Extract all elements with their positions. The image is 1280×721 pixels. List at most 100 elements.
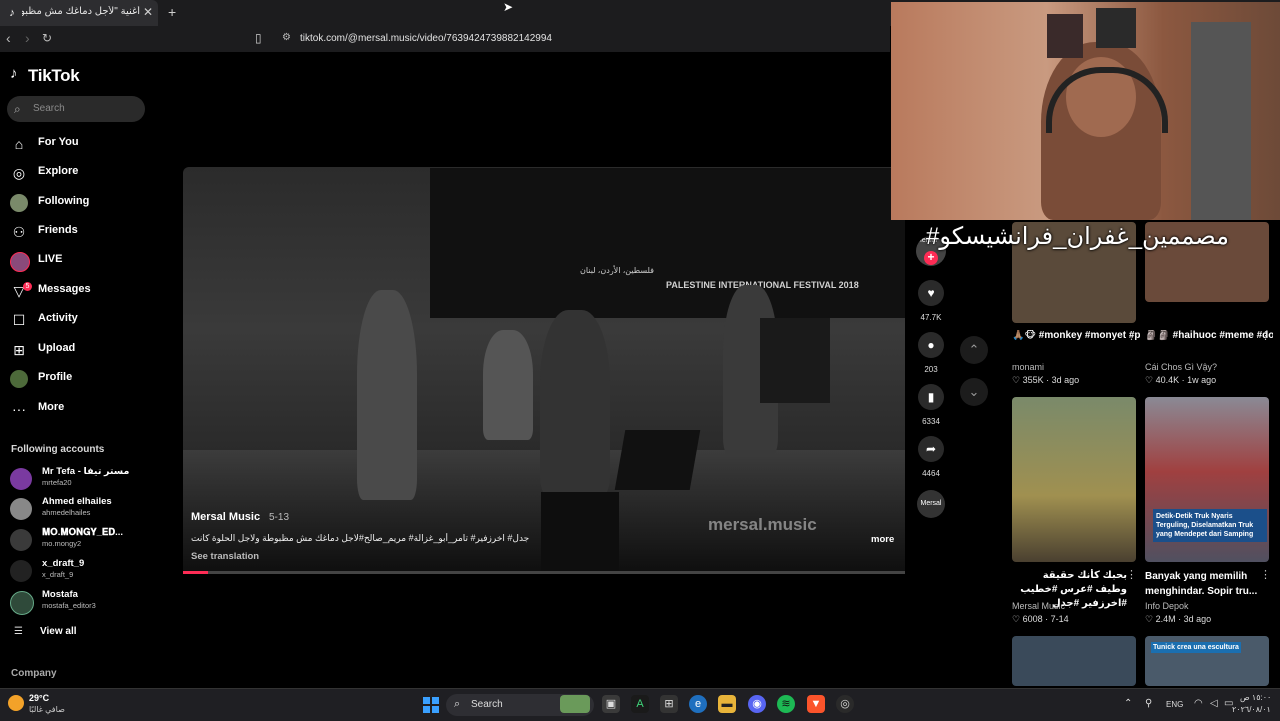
stage-backdrop-screen xyxy=(430,168,905,318)
activity-icon: ☐ xyxy=(12,312,26,328)
like-button[interactable]: ♥ xyxy=(918,280,944,306)
save-button[interactable]: ▮ xyxy=(918,384,944,410)
mouse-cursor-icon: ➤ xyxy=(503,0,514,14)
thumbnail-caption: Tunick crea una escultura xyxy=(1151,642,1241,653)
store-icon[interactable]: ⊞ xyxy=(660,695,678,713)
account-name: 𝐌𝐎.𝐌𝐎𝐍𝐆𝐘_𝐄𝐃... xyxy=(42,527,123,538)
card-title[interactable]: Banyak yang memilih menghindar. Sopir tr… xyxy=(1145,569,1263,599)
card-stats: ♡ 6008 · 7-14 xyxy=(1012,614,1069,624)
more-options-icon[interactable]: ⋮ xyxy=(1260,568,1271,581)
nav-activity[interactable]: ☐ Activity xyxy=(10,309,150,331)
view-all-link[interactable]: View all xyxy=(40,626,77,637)
weather-sun-icon[interactable] xyxy=(8,695,24,711)
follow-plus-icon[interactable]: + xyxy=(924,251,938,265)
following-account[interactable]: 𝐌𝐎.𝐌𝐎𝐍𝐆𝐘_𝐄𝐃... mo.mongy2 xyxy=(10,527,150,553)
nav-label: Following xyxy=(38,195,90,207)
discord-icon[interactable]: ◉ xyxy=(748,695,766,713)
nav-explore[interactable]: ◎ Explore xyxy=(10,162,150,184)
following-account[interactable]: Mostafa mostafa_editor3 xyxy=(10,589,150,615)
forward-icon[interactable]: › xyxy=(25,30,30,46)
nav-friends[interactable]: ⚇ Friends xyxy=(10,221,150,243)
music-disc[interactable]: Mersal xyxy=(917,490,945,518)
nav-following[interactable]: Following xyxy=(10,192,150,214)
input-language[interactable]: ENG xyxy=(1166,700,1183,709)
nav-label: LIVE xyxy=(38,253,63,265)
new-tab-icon[interactable]: + xyxy=(168,4,176,20)
account-name: Mostafa xyxy=(42,589,78,600)
save-count: 6334 xyxy=(922,417,940,426)
wifi-icon[interactable]: ◠ xyxy=(1194,698,1203,709)
nav-label: Upload xyxy=(38,342,76,354)
nav-label: Explore xyxy=(38,165,79,177)
video-thumbnail[interactable]: Detik-Detik Truk Nyaris Terguling, Disel… xyxy=(1145,397,1269,562)
video-progress-fill xyxy=(183,571,208,574)
video-thumbnail[interactable] xyxy=(1012,636,1136,686)
list-icon: ☰ xyxy=(14,626,23,637)
webcam-overlay xyxy=(891,2,1280,220)
comment-count: 203 xyxy=(924,365,938,374)
card-title[interactable]: 🗿🗿 #haihuoc #meme #douyin #viral xyxy=(1145,330,1273,341)
address-bar[interactable]: tiktok.com/@mersal.music/video/763942473… xyxy=(300,33,552,44)
windows-start-icon[interactable] xyxy=(423,697,439,713)
comment-button[interactable]: ● xyxy=(918,332,944,358)
nav-live[interactable]: LIVE xyxy=(10,250,150,272)
messages-badge: 5 xyxy=(23,282,32,291)
video-thumbnail[interactable] xyxy=(1012,397,1136,562)
scroll-down-button[interactable]: ⌄ xyxy=(960,378,988,406)
more-options-icon[interactable]: ⋮ xyxy=(1126,568,1137,581)
see-translation-link[interactable]: See translation xyxy=(191,551,259,562)
chevron-up-icon[interactable]: ⌃ xyxy=(1124,698,1132,709)
task-view-icon[interactable]: ▣ xyxy=(602,695,620,713)
nav-label: Activity xyxy=(38,312,78,324)
more-options-icon[interactable]: ⋮ xyxy=(1126,329,1137,342)
festival-text-ar: فلسطين، الأردن، لبنان xyxy=(580,266,654,275)
card-author[interactable]: Cái Chos Gì Vậy? xyxy=(1145,362,1217,372)
video-author[interactable]: Mersal Music xyxy=(191,511,260,523)
following-account[interactable]: Mr Tefa - مستر تيفا mrtefa20 xyxy=(10,466,150,492)
clock-date[interactable]: ٢٠٢٦/٠٨/٠١ xyxy=(1232,705,1271,714)
following-account[interactable]: Ahmed elhailes ahmedelhailes xyxy=(10,496,150,522)
brave-icon[interactable]: ▼ xyxy=(807,695,825,713)
nav-for-you[interactable]: ⌂ For You xyxy=(10,133,150,155)
nav-profile[interactable]: Profile xyxy=(10,368,150,390)
thumbnail-caption: Detik-Detik Truk Nyaris Terguling, Disel… xyxy=(1153,509,1267,542)
avatar xyxy=(10,560,32,582)
obs-icon[interactable]: ◎ xyxy=(836,695,854,713)
video-progress-track[interactable] xyxy=(183,571,905,574)
edge-icon[interactable]: e xyxy=(689,695,707,713)
weather-temp[interactable]: 29°C xyxy=(29,693,49,703)
scroll-up-button[interactable]: ⌃ xyxy=(960,336,988,364)
account-handle: ahmedelhailes xyxy=(42,508,91,517)
following-account[interactable]: x_draft_9 x_draft_9 xyxy=(10,558,150,584)
close-tab-icon[interactable]: ✕ xyxy=(143,5,153,19)
speaker-icon[interactable]: ◁ xyxy=(1210,698,1218,709)
avatar xyxy=(10,529,32,551)
reload-icon[interactable]: ↻ xyxy=(42,31,52,45)
wall-picture xyxy=(1096,8,1136,48)
more-options-icon[interactable]: ⋮ xyxy=(1260,329,1271,342)
card-author[interactable]: monami xyxy=(1012,362,1044,372)
card-title[interactable]: 🙏🏽🐵 #monkey #monyet #pet xyxy=(1012,330,1140,341)
upload-icon: ⊞ xyxy=(13,342,25,358)
stage-monitor xyxy=(541,492,619,572)
share-button[interactable]: ➦ xyxy=(918,436,944,462)
search-icon: ⌕ xyxy=(14,102,21,116)
card-author[interactable]: Info Depok xyxy=(1145,601,1189,611)
tiktok-logo[interactable]: TikTok xyxy=(28,66,80,86)
microphone-icon[interactable]: ⚲ xyxy=(1145,698,1152,709)
clock-time[interactable]: ١٥:٠٠ ص xyxy=(1240,693,1271,702)
nav-upload[interactable]: ⊞ Upload xyxy=(10,339,150,361)
site-info-icon[interactable]: ⚙ xyxy=(282,32,291,43)
video-thumbnail[interactable]: Tunick crea una escultura xyxy=(1145,636,1269,686)
caption-more-link[interactable]: more xyxy=(871,534,894,545)
bookmark-icon[interactable]: ▯ xyxy=(255,31,262,45)
avatar xyxy=(10,468,32,490)
nav-more[interactable]: ··· More xyxy=(10,398,150,420)
search-input[interactable] xyxy=(7,96,145,122)
spotify-icon[interactable]: ≋ xyxy=(777,695,795,713)
account-name: x_draft_9 xyxy=(42,558,85,569)
card-author[interactable]: Mersal Music xyxy=(1012,601,1065,611)
back-icon[interactable]: ‹ xyxy=(6,30,11,46)
file-explorer-icon[interactable]: ▬ xyxy=(718,695,736,713)
capcut-icon[interactable]: A xyxy=(631,695,649,713)
